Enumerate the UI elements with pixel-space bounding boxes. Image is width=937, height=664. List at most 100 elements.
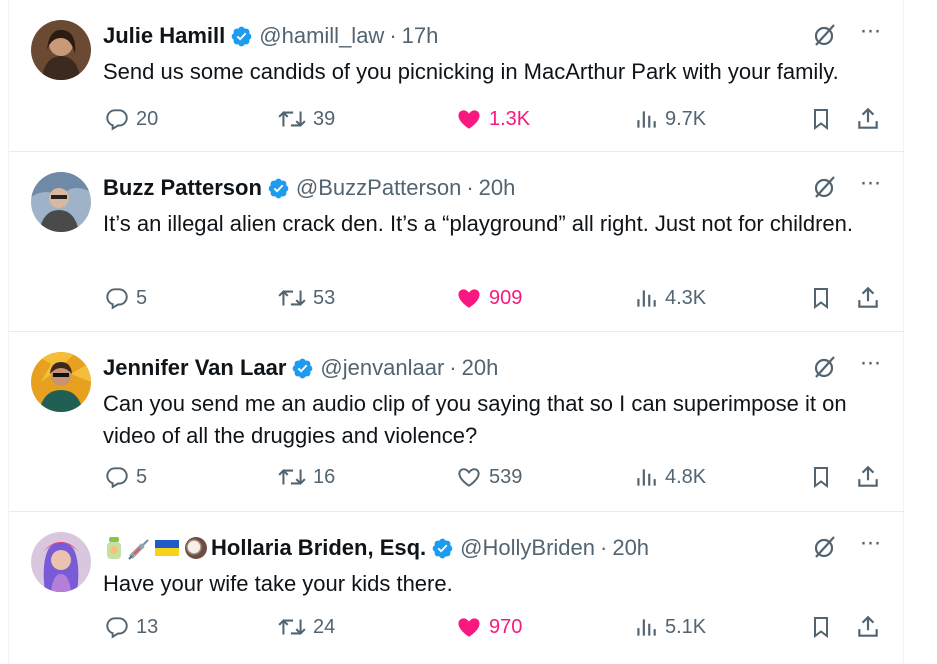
share-icon [858, 615, 878, 637]
author-name[interactable]: Jennifer Van Laar [103, 355, 286, 381]
retweet-icon [278, 469, 306, 485]
more-options-icon[interactable]: ··· [856, 531, 884, 560]
grok-icon[interactable] [812, 354, 838, 380]
tweet-actions: 13 24 970 5.1K [9, 612, 904, 642]
retweet-button[interactable]: 39 [277, 104, 335, 134]
reply-count: 13 [136, 615, 159, 638]
retweet-count: 24 [313, 615, 336, 638]
heart-filled-icon [458, 618, 480, 637]
reply-button[interactable]: 13 [104, 612, 158, 642]
tweet-header: Jennifer Van Laar @jenvanlaar · 20h [103, 353, 498, 383]
like-button[interactable]: 1.3K [455, 104, 530, 134]
author-name[interactable]: Buzz Patterson [103, 175, 262, 201]
separator: · [449, 355, 457, 380]
timestamp[interactable]: 17h [402, 23, 439, 49]
author-handle[interactable]: @HollyBriden [460, 535, 595, 561]
views-count: 4.3K [665, 286, 707, 309]
retweet-icon [278, 619, 306, 635]
bookmark-button[interactable] [809, 283, 833, 313]
like-button[interactable]: 909 [455, 283, 522, 313]
author-name[interactable]: Hollaria Briden, Esq. [211, 535, 426, 561]
separator: · [600, 535, 608, 560]
bookmark-button[interactable] [809, 612, 833, 642]
reply-button[interactable]: 5 [104, 283, 147, 313]
retweet-button[interactable]: 16 [277, 462, 335, 492]
tweet-actions: 5 53 909 4.3K [9, 283, 904, 313]
bookmark-icon [814, 617, 828, 638]
reply-icon [106, 288, 128, 310]
reply-button[interactable]: 5 [104, 462, 147, 492]
verified-badge-icon [291, 357, 314, 380]
share-button[interactable] [855, 462, 881, 492]
share-button[interactable] [855, 283, 881, 313]
tweet[interactable]: Julie Hamill @hamill_law · 17h ··· Send … [9, 0, 904, 152]
avatar[interactable] [31, 532, 91, 592]
like-button[interactable]: 539 [455, 462, 522, 492]
bookmark-button[interactable] [809, 104, 833, 134]
like-count: 970 [489, 615, 523, 638]
author-handle[interactable]: @hamill_law [259, 23, 384, 49]
share-button[interactable] [855, 104, 881, 134]
reply-count: 5 [136, 465, 148, 488]
reply-button[interactable]: 20 [104, 104, 158, 134]
timestamp[interactable]: 20h [479, 175, 516, 201]
reply-count: 20 [136, 107, 159, 130]
like-count: 909 [489, 286, 523, 309]
more-options-icon[interactable]: ··· [856, 351, 884, 380]
share-icon [858, 107, 878, 129]
verified-badge-icon [230, 25, 253, 48]
author-name[interactable]: Julie Hamill [103, 23, 225, 49]
heart-filled-icon [458, 289, 480, 308]
separator: · [466, 175, 474, 200]
tweet-header: Buzz Patterson @BuzzPatterson · 20h [103, 173, 515, 203]
tweet-actions: 5 16 539 4.8K [9, 462, 904, 492]
grok-icon[interactable] [812, 22, 838, 48]
avatar[interactable] [31, 172, 91, 232]
grok-icon[interactable] [812, 174, 838, 200]
bookmark-button[interactable] [809, 462, 833, 492]
more-options-icon[interactable]: ··· [856, 19, 884, 48]
author-handle[interactable]: @jenvanlaar [320, 355, 444, 381]
bookmark-icon [814, 109, 828, 130]
tweet[interactable]: Hollaria Briden, Esq. @HollyBriden · 20h… [9, 512, 904, 664]
syringe-emoji [127, 535, 151, 561]
bookmark-icon [814, 288, 828, 309]
views-icon [637, 619, 656, 636]
grok-icon[interactable] [812, 534, 838, 560]
avatar[interactable] [31, 352, 91, 412]
views-button[interactable]: 4.3K [633, 283, 706, 313]
tweet[interactable]: Jennifer Van Laar @jenvanlaar · 20h ··· … [9, 332, 904, 512]
views-button[interactable]: 5.1K [633, 612, 706, 642]
reply-count: 5 [136, 286, 148, 309]
heart-filled-icon [458, 110, 480, 129]
views-button[interactable]: 9.7K [633, 104, 706, 134]
like-button[interactable]: 970 [455, 612, 522, 642]
timestamp[interactable]: 20h [612, 535, 649, 561]
more-options-icon[interactable]: ··· [856, 171, 884, 200]
tweet-actions: 20 39 1.3K 9.7K [9, 104, 904, 134]
views-icon [637, 111, 656, 128]
bookmark-icon [814, 467, 828, 488]
share-button[interactable] [855, 612, 881, 642]
ukraine-flag-emoji [153, 535, 181, 561]
tweet[interactable]: Buzz Patterson @BuzzPatterson · 20h ··· … [9, 152, 904, 332]
retweet-icon [278, 111, 306, 127]
like-count: 539 [489, 465, 523, 488]
avatar[interactable] [31, 20, 91, 80]
verified-badge-icon [267, 177, 290, 200]
views-count: 4.8K [665, 465, 707, 488]
views-button[interactable]: 4.8K [633, 462, 706, 492]
verified-badge-icon [431, 537, 454, 560]
views-icon [637, 290, 656, 307]
views-icon [637, 469, 656, 486]
separator: · [389, 23, 397, 48]
reply-icon [106, 109, 128, 131]
tweet-feed: Julie Hamill @hamill_law · 17h ··· Send … [8, 0, 904, 664]
retweet-button[interactable]: 24 [277, 612, 335, 642]
coconut-emoji [183, 535, 209, 561]
tweet-header: Julie Hamill @hamill_law · 17h [103, 21, 438, 51]
timestamp[interactable]: 20h [462, 355, 499, 381]
tweet-text: It’s an illegal alien crack den. It’s a … [103, 211, 854, 236]
author-handle[interactable]: @BuzzPatterson [296, 175, 461, 201]
retweet-button[interactable]: 53 [277, 283, 335, 313]
